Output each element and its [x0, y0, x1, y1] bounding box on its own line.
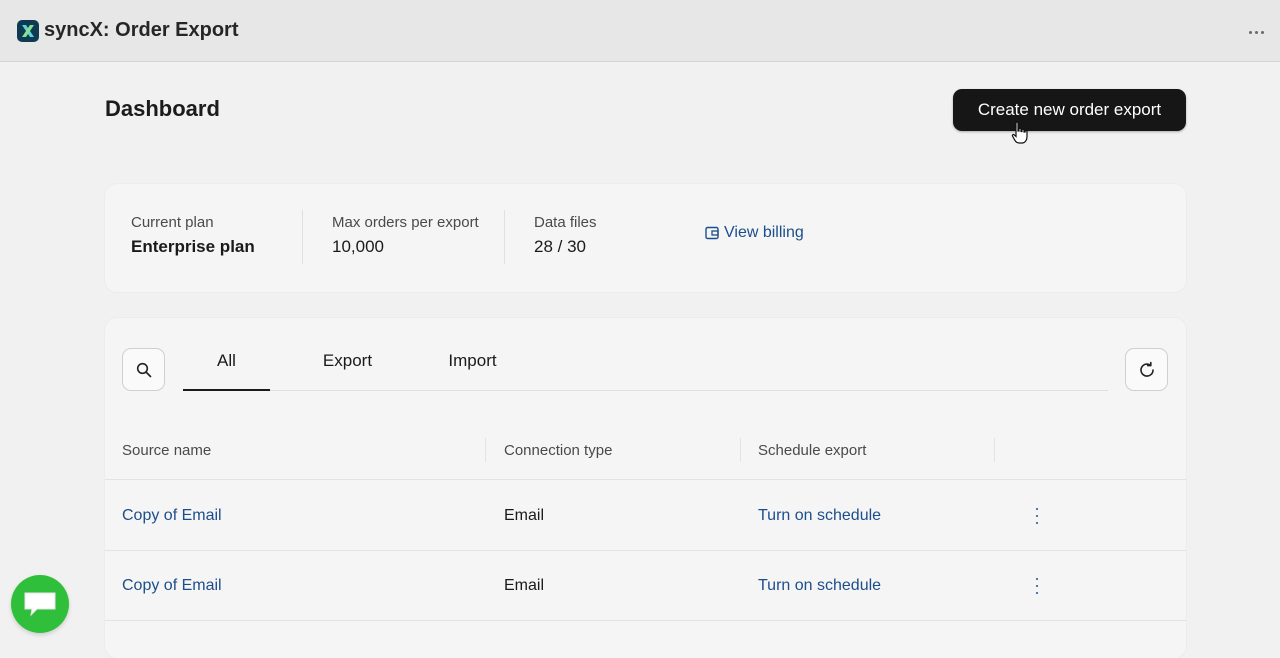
stat-value: 28 / 30 — [534, 237, 586, 256]
turn-on-schedule-link[interactable]: Turn on schedule — [758, 507, 881, 525]
page-title: Dashboard — [105, 96, 220, 121]
tab-export[interactable]: Export — [305, 348, 390, 391]
app-logo-icon — [17, 19, 39, 42]
source-name-link[interactable]: Copy of Email — [122, 507, 222, 525]
stat-label: Current plan — [131, 214, 214, 231]
stat-label: Max orders per export — [332, 214, 479, 231]
column-divider — [485, 438, 486, 462]
connection-type: Email — [504, 507, 545, 524]
column-header-connection: Connection type — [504, 442, 613, 459]
stat-label: Data files — [534, 214, 597, 231]
wallet-icon — [705, 226, 719, 240]
refresh-icon — [1139, 361, 1154, 377]
refresh-button[interactable] — [1125, 348, 1168, 391]
turn-on-schedule-link[interactable]: Turn on schedule — [758, 577, 881, 595]
app-title: syncX: Order Export — [44, 19, 239, 41]
max-orders-stat: Max orders per export 10,000 — [332, 214, 479, 257]
source-name-link[interactable]: Copy of Email — [122, 577, 222, 595]
chat-icon — [24, 592, 56, 617]
table-header: Source name Connection type Schedule exp… — [105, 436, 1186, 480]
tab-import[interactable]: Import — [430, 348, 515, 391]
row-actions-icon[interactable] — [1033, 578, 1041, 594]
current-plan-stat: Current plan Enterprise plan — [131, 214, 255, 257]
data-files-stat: Data files 28 / 30 — [534, 214, 597, 257]
chat-support-button[interactable] — [11, 575, 69, 633]
tab-bar: All Export Import — [183, 348, 1108, 391]
divider — [504, 210, 505, 264]
app-header: syncX: Order Export — [0, 0, 1280, 62]
table-row: Copy of Email Email Turn on schedule — [105, 481, 1186, 551]
create-order-export-button[interactable]: Create new order export — [953, 89, 1186, 131]
plan-summary-card: Current plan Enterprise plan Max orders … — [105, 184, 1186, 292]
search-icon — [136, 362, 151, 377]
column-header-source: Source name — [122, 442, 212, 459]
search-button[interactable] — [122, 348, 165, 391]
stat-value: Enterprise plan — [131, 237, 255, 256]
connection-type: Email — [504, 577, 545, 594]
view-billing-link[interactable]: View billing — [705, 224, 804, 242]
column-divider — [740, 438, 741, 462]
tab-all[interactable]: All — [183, 348, 270, 391]
divider — [302, 210, 303, 264]
exports-table-card: All Export Import Source name Connection… — [105, 318, 1186, 658]
table-row: Copy of Email Email Turn on schedule — [105, 551, 1186, 621]
column-header-schedule: Schedule export — [758, 442, 867, 459]
stat-value: 10,000 — [332, 237, 384, 256]
hand-cursor-icon — [1011, 121, 1028, 144]
column-divider — [994, 438, 995, 462]
more-options-icon[interactable] — [1246, 22, 1266, 42]
view-billing-label: View billing — [724, 224, 804, 241]
row-actions-icon[interactable] — [1033, 508, 1041, 524]
